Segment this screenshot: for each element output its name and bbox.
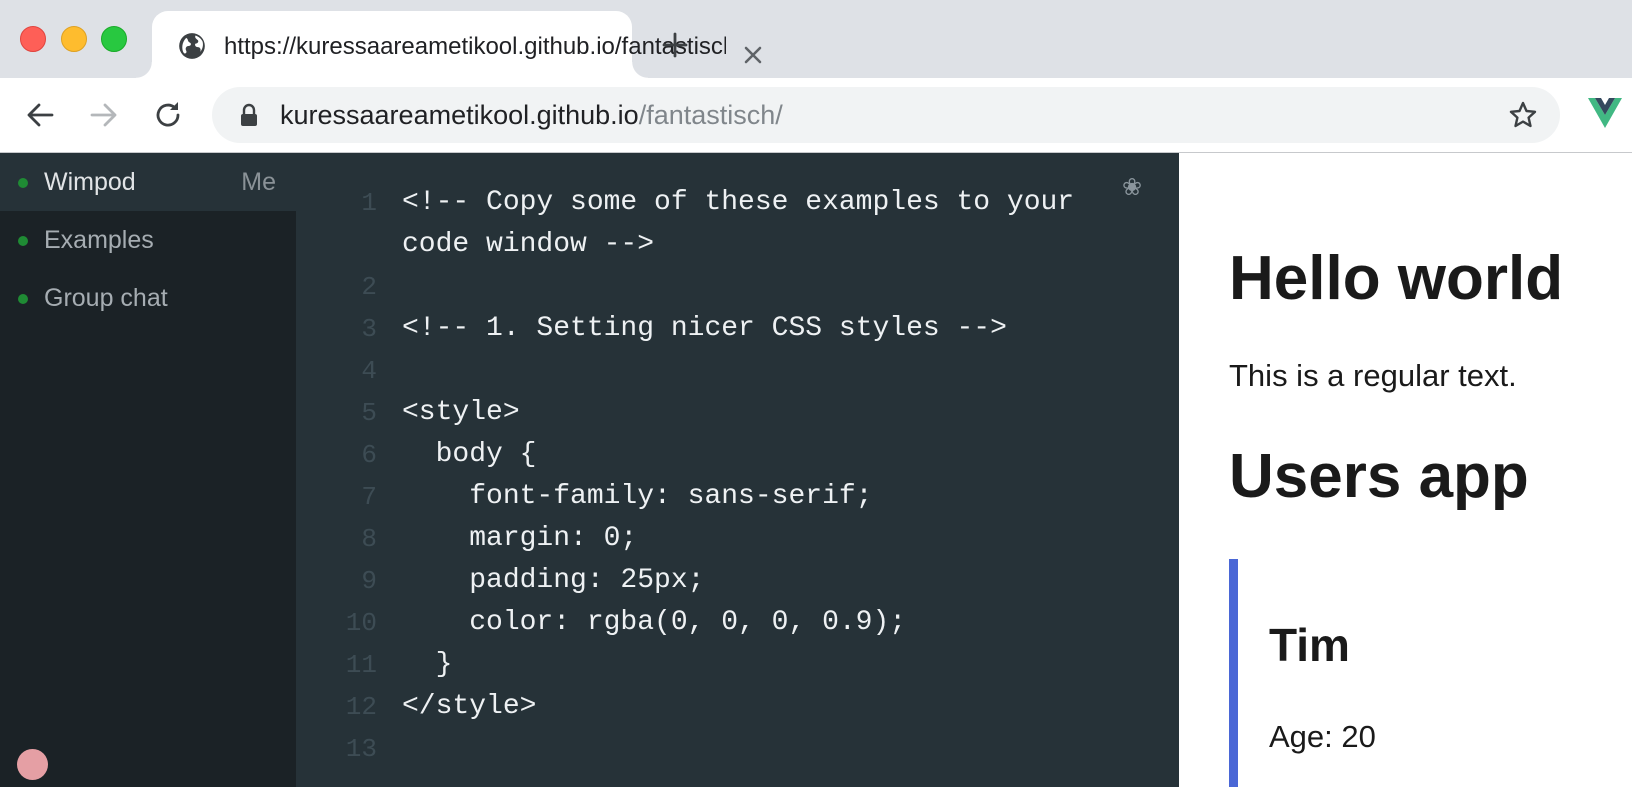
line-number: 8	[361, 524, 377, 554]
line-number: 11	[345, 650, 377, 680]
line-number: 1	[361, 188, 377, 218]
code-text: <!-- 1. Setting nicer CSS styles -->	[402, 313, 1007, 344]
sidebar-item-group-chat[interactable]: Group chat	[0, 269, 296, 327]
line-number: 13	[345, 734, 377, 764]
code-text: font-family: sans-serif;	[402, 481, 873, 512]
line-number: 6	[361, 440, 377, 470]
back-arrow-icon[interactable]	[23, 98, 57, 132]
code-editor[interactable]: ❀ 1 <!-- Copy some of these examples to y…	[296, 153, 1179, 787]
close-tab-icon[interactable]	[742, 44, 764, 66]
line-number: 2	[361, 272, 377, 302]
reload-icon[interactable]	[151, 98, 185, 132]
preview-heading-hello: Hello world	[1229, 244, 1564, 313]
tab-title: https://kuressaareametikool.github.io/fa…	[224, 33, 726, 60]
tab-strip: https://kuressaareametikool.github.io/fa…	[0, 0, 1632, 78]
user-name: Tim	[1269, 619, 1350, 671]
user-age: Age: 20	[1269, 719, 1376, 754]
code-text: margin: 0;	[402, 523, 638, 554]
new-tab-icon[interactable]	[660, 30, 690, 60]
sidebar-item-wimpod[interactable]: Wimpod Me	[0, 153, 296, 211]
globe-icon	[179, 33, 205, 59]
url-host: kuressaareametikool.github.io	[280, 100, 639, 130]
line-number: 9	[361, 566, 377, 596]
preview-paragraph: This is a regular text.	[1229, 358, 1517, 393]
online-status-dot	[18, 294, 28, 304]
user-avatar[interactable]	[17, 749, 48, 780]
line-number: 3	[361, 314, 377, 344]
code-text: body {	[402, 439, 537, 470]
code-text: <style>	[402, 397, 520, 428]
online-status-dot	[18, 236, 28, 246]
code-text: <!-- Copy some of these examples to your	[402, 187, 1075, 218]
code-text: }	[402, 649, 453, 680]
me-badge: Me	[241, 168, 276, 196]
line-number: 4	[361, 356, 377, 386]
line-number: 10	[345, 608, 377, 638]
code-text: code window -->	[402, 229, 655, 260]
browser-toolbar: kuressaareametikool.github.io/fantastisc…	[0, 78, 1632, 153]
vue-devtools-extension-icon[interactable]	[1588, 98, 1622, 128]
online-status-dot	[18, 178, 28, 188]
zoom-window-button[interactable]	[101, 26, 127, 52]
line-number: 5	[361, 398, 377, 428]
url-path: /fantastisch/	[638, 100, 783, 130]
flower-icon[interactable]: ❀	[1122, 175, 1142, 201]
sidebar-item-label: Wimpod	[44, 168, 136, 196]
lock-icon[interactable]	[238, 103, 260, 127]
line-number: 7	[361, 482, 377, 512]
sidebar-item-label: Group chat	[44, 284, 168, 312]
sidebar-item-examples[interactable]: Examples	[0, 211, 296, 269]
code-text: </style>	[402, 691, 537, 722]
url-text[interactable]: kuressaareametikool.github.io/fantastisc…	[280, 97, 783, 133]
preview-heading-users: Users app	[1229, 442, 1529, 511]
code-text: color: rgba(0, 0, 0, 0.9);	[402, 607, 907, 638]
close-window-button[interactable]	[20, 26, 46, 52]
user-card: Tim Age: 20	[1229, 559, 1632, 787]
bookmark-star-icon[interactable]	[1508, 100, 1538, 130]
live-preview: Hello world This is a regular text. User…	[1179, 153, 1632, 787]
minimize-window-button[interactable]	[61, 26, 87, 52]
line-number: 12	[345, 692, 377, 722]
code-text: padding: 25px;	[402, 565, 705, 596]
browser-tab[interactable]: https://kuressaareametikool.github.io/fa…	[136, 11, 762, 78]
tab-title-container: https://kuressaareametikool.github.io/fa…	[224, 30, 726, 64]
forward-arrow-icon[interactable]	[87, 98, 121, 132]
address-bar[interactable]: kuressaareametikool.github.io/fantastisc…	[212, 87, 1560, 143]
room-sidebar: Wimpod Me Examples Group chat	[0, 153, 296, 787]
sidebar-item-label: Examples	[44, 226, 154, 254]
